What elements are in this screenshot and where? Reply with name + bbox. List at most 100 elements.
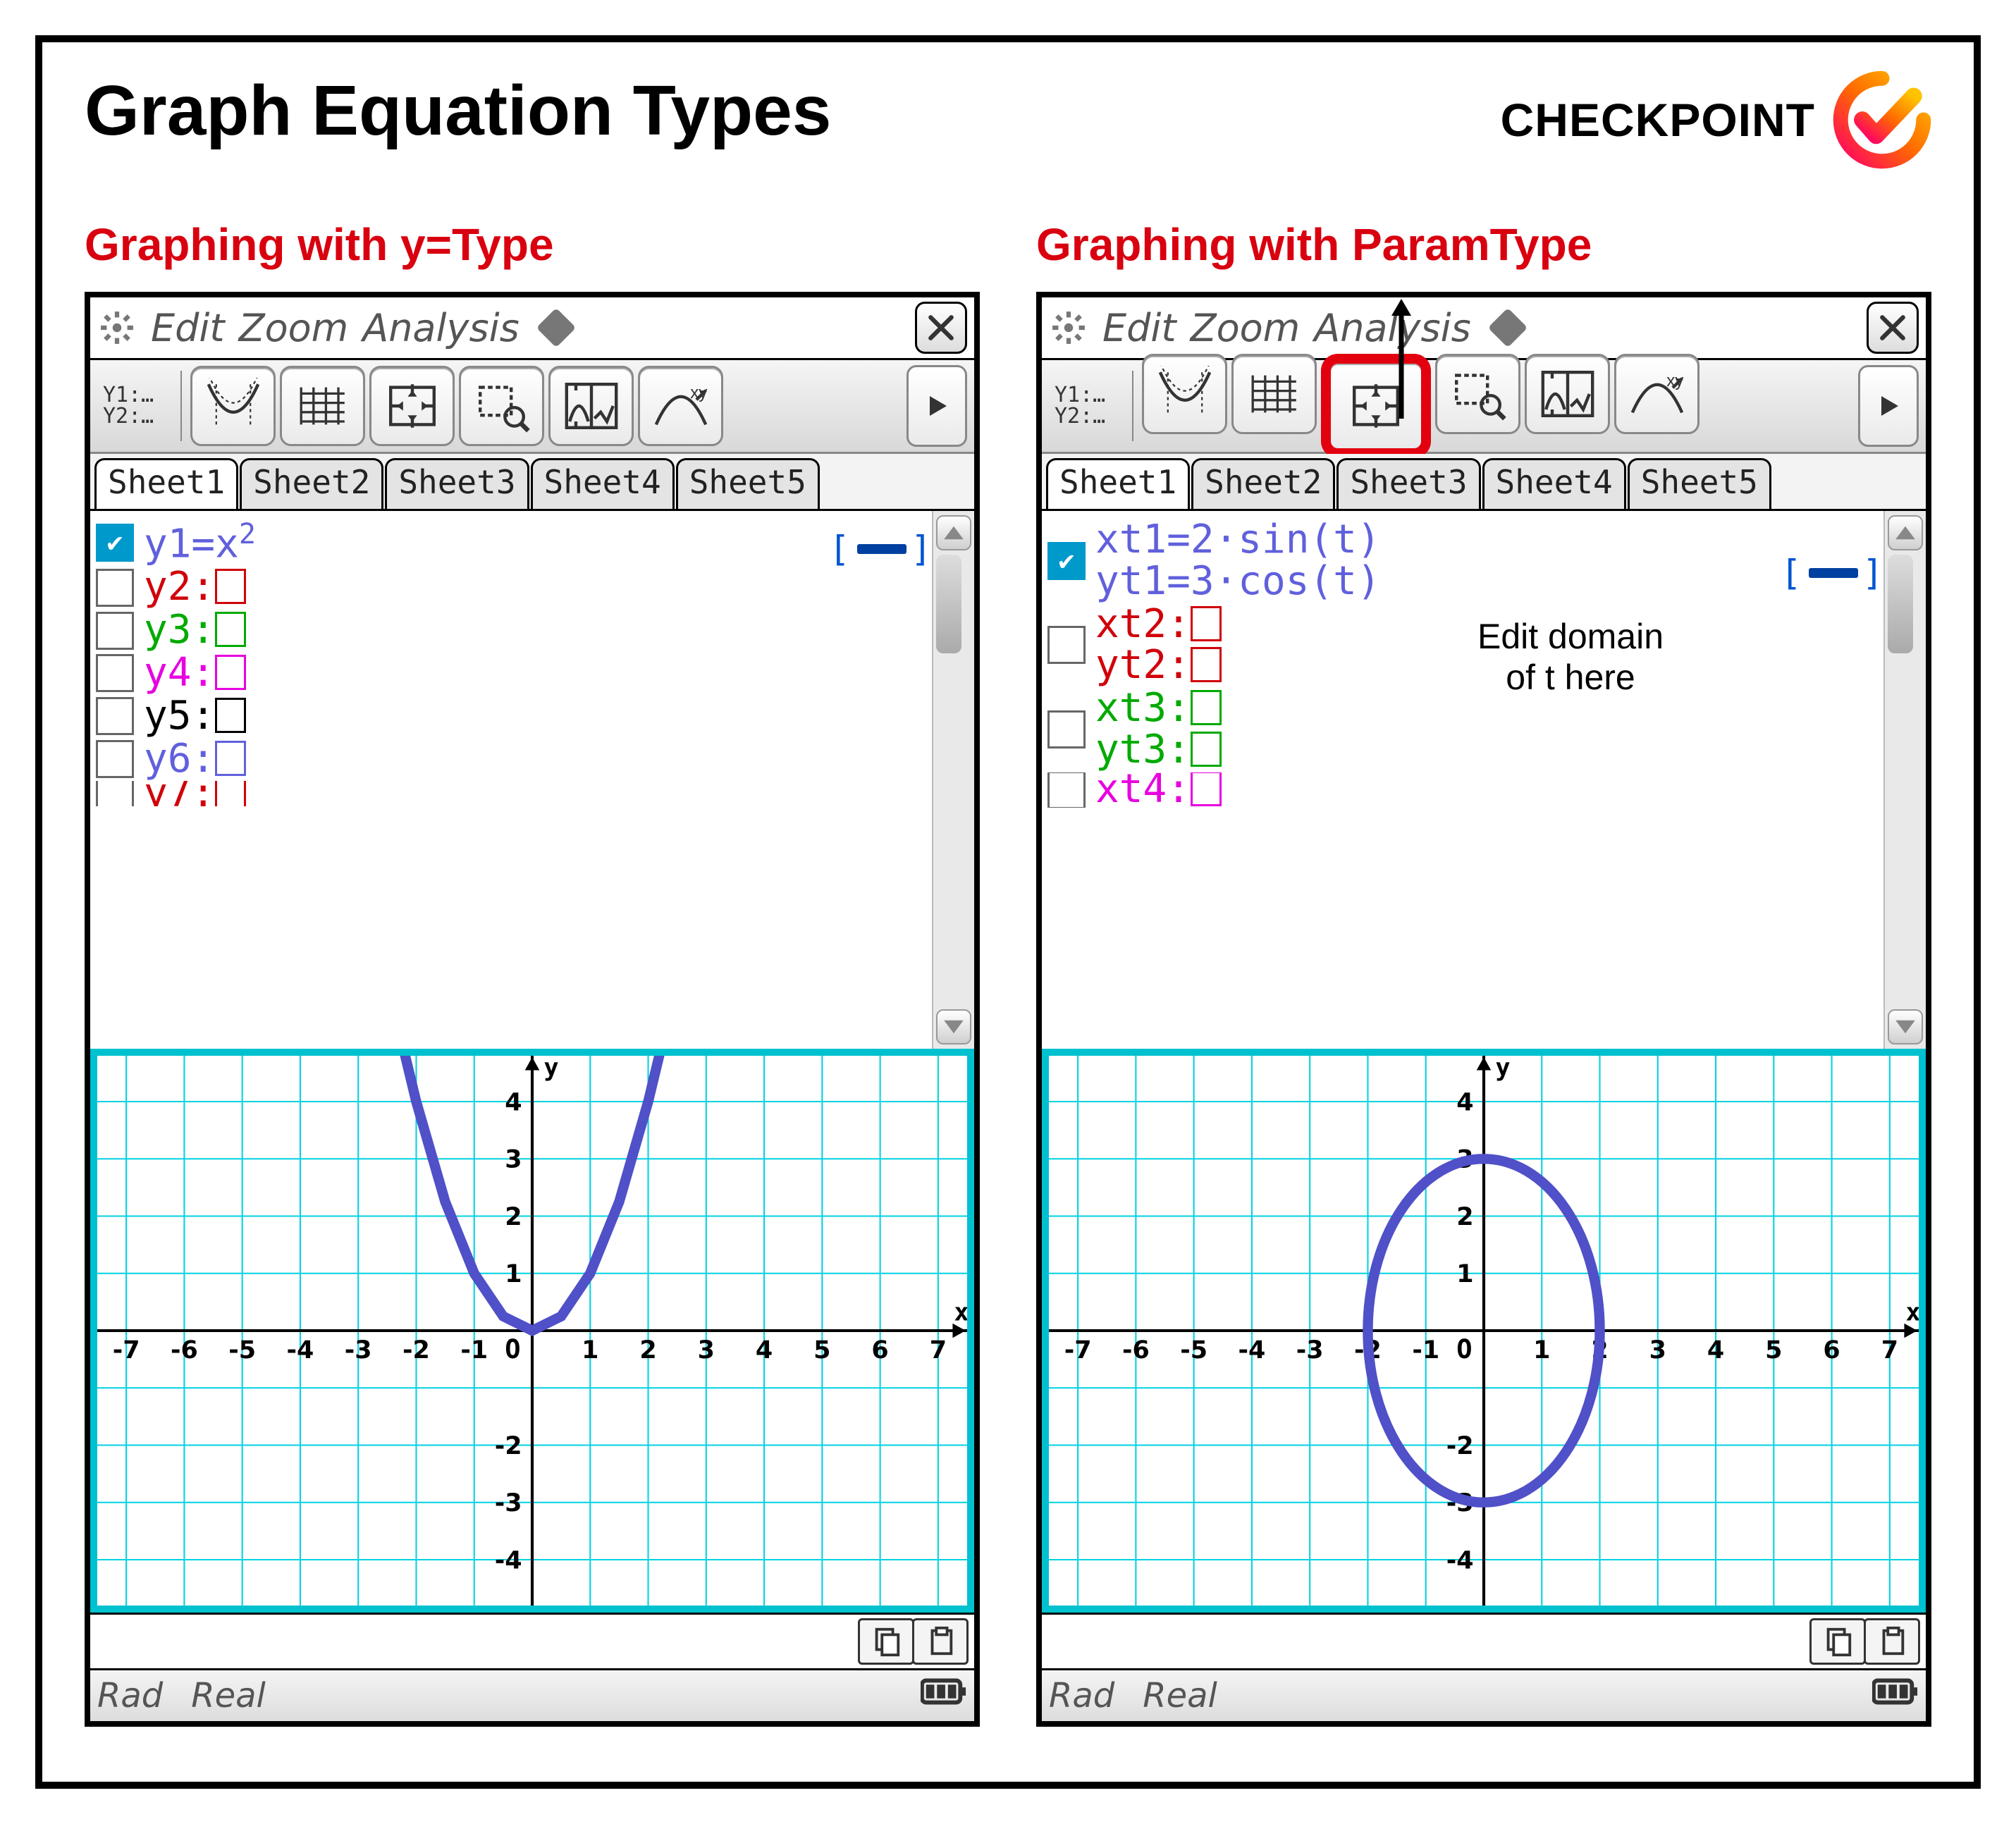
checkpoint-badge: CHECKPOINT xyxy=(1501,70,1931,169)
footer-strip xyxy=(90,1613,974,1668)
tool-table-icon[interactable] xyxy=(1231,354,1317,434)
checkbox-icon[interactable] xyxy=(1047,542,1086,580)
tab-sheet4[interactable]: Sheet4 xyxy=(1482,458,1626,509)
svg-text:2: 2 xyxy=(1456,1203,1473,1231)
scroll-up-icon[interactable] xyxy=(936,515,971,550)
checkbox-icon[interactable] xyxy=(96,740,134,778)
plot-area[interactable]: -7-6-5-4-3-2-11234567-4-3-21234Oxy xyxy=(1042,1049,1926,1613)
svg-text:-4: -4 xyxy=(1446,1546,1474,1575)
menu-zoom[interactable]: Zoom xyxy=(239,306,349,350)
scroll-down-icon[interactable] xyxy=(1888,1009,1923,1045)
line-style-legend[interactable]: [] xyxy=(1771,511,1883,1049)
tab-sheet1[interactable]: Sheet1 xyxy=(1046,458,1190,509)
equation-row[interactable]: y5: xyxy=(96,696,816,737)
svg-text:-7: -7 xyxy=(1064,1336,1092,1364)
checkpoint-icon xyxy=(1833,70,1931,169)
menu-edit[interactable]: Edit xyxy=(1102,306,1176,350)
menu-edit[interactable]: Edit xyxy=(151,306,225,350)
scroll-up-icon[interactable] xyxy=(1888,515,1923,550)
checkbox-icon[interactable] xyxy=(1047,710,1086,748)
scrollbar[interactable] xyxy=(932,511,974,1049)
checkbox-icon[interactable] xyxy=(96,697,134,735)
checkbox-icon[interactable] xyxy=(96,569,134,607)
checkbox-icon[interactable] xyxy=(96,654,134,692)
tab-sheet4[interactable]: Sheet4 xyxy=(531,458,675,509)
svg-text:1: 1 xyxy=(1456,1260,1473,1288)
svg-text:O: O xyxy=(505,1334,520,1364)
tab-sheet3[interactable]: Sheet3 xyxy=(1336,458,1480,509)
svg-text:-1: -1 xyxy=(460,1336,488,1364)
checkbox-icon[interactable] xyxy=(96,612,134,650)
close-button[interactable] xyxy=(1867,302,1919,354)
menu-zoom[interactable]: Zoom xyxy=(1191,306,1301,350)
sheet-tabs: Sheet1 Sheet2 Sheet3 Sheet4 Sheet5 xyxy=(90,454,974,511)
tool-tracexy-icon[interactable]: xy xyxy=(638,366,723,446)
svg-text:-6: -6 xyxy=(171,1336,198,1364)
svg-text:-4: -4 xyxy=(495,1546,522,1575)
status-bar: Rad Real xyxy=(1042,1668,1926,1721)
tool-tracexy-icon[interactable]: xy xyxy=(1614,354,1700,434)
checkbox-icon[interactable] xyxy=(96,524,134,562)
tool-splitgraph-icon[interactable] xyxy=(548,366,634,446)
tool-y12[interactable]: Y1:…Y2:… xyxy=(1049,371,1133,441)
svg-text:-3: -3 xyxy=(345,1336,372,1364)
equation-row[interactable]: xt1=2·sin(t) yt1=3·cos(t) xyxy=(1047,519,1768,603)
scroll-thumb[interactable] xyxy=(1888,555,1913,653)
svg-text:4: 4 xyxy=(1707,1336,1724,1364)
svg-text:x: x xyxy=(954,1299,967,1327)
tool-y12[interactable]: Y1:…Y2:… xyxy=(97,371,182,441)
svg-text:4: 4 xyxy=(505,1088,522,1116)
svg-text:-5: -5 xyxy=(1180,1336,1207,1364)
tool-zoombox-icon[interactable] xyxy=(459,366,544,446)
status-angle: Rad xyxy=(1049,1676,1114,1715)
diamond-icon[interactable] xyxy=(536,308,576,348)
equation-row[interactable]: y7: xyxy=(96,781,816,806)
tab-sheet2[interactable]: Sheet2 xyxy=(1191,458,1335,509)
svg-text:O: O xyxy=(1456,1334,1472,1364)
tab-sheet1[interactable]: Sheet1 xyxy=(94,458,238,509)
tab-sheet5[interactable]: Sheet5 xyxy=(1628,458,1771,509)
scroll-down-icon[interactable] xyxy=(936,1009,971,1045)
checkbox-icon[interactable] xyxy=(1047,626,1086,664)
tool-zoombox-icon[interactable] xyxy=(1435,354,1520,434)
equation-row[interactable]: xt4: xyxy=(1047,772,1768,808)
tab-sheet5[interactable]: Sheet5 xyxy=(676,458,820,509)
battery-icon xyxy=(1872,1675,1919,1717)
copy-icon[interactable] xyxy=(858,1618,914,1665)
gear-icon[interactable] xyxy=(1049,308,1088,347)
tab-sheet3[interactable]: Sheet3 xyxy=(385,458,529,509)
gear-icon[interactable] xyxy=(97,308,137,347)
plot-area[interactable]: -7-6-5-4-3-2-11234567-4-3-21234Oxy xyxy=(90,1049,974,1613)
equation-row[interactable]: y2: xyxy=(96,567,816,608)
right-subtitle: Graphing with ParamType xyxy=(1036,218,1931,271)
menu-analysis[interactable]: Analysis xyxy=(362,306,520,350)
equation-row[interactable]: y1=x2 xyxy=(96,519,816,565)
scrollbar[interactable] xyxy=(1883,511,1926,1049)
tool-play-icon[interactable] xyxy=(1858,365,1919,447)
annotation-arrow-icon xyxy=(1387,299,1401,422)
paste-icon[interactable] xyxy=(912,1618,969,1665)
calculator-right: Edit Zoom Analysis Y1:…Y2:… xyxy=(1036,292,1931,1727)
equation-row[interactable]: y3: xyxy=(96,610,816,651)
tab-sheet2[interactable]: Sheet2 xyxy=(240,458,383,509)
equation-list: xt1=2·sin(t) yt1=3·cos(t) xt2: yt2: xyxy=(1042,511,1771,1049)
tool-graph-icon[interactable] xyxy=(190,366,276,446)
tool-viewwindow-icon[interactable] xyxy=(369,366,455,446)
svg-text:-3: -3 xyxy=(1296,1336,1324,1364)
equation-row[interactable]: y4: xyxy=(96,653,816,694)
scroll-thumb[interactable] xyxy=(936,555,961,653)
line-style-legend[interactable]: [] xyxy=(819,511,932,1049)
close-button[interactable] xyxy=(915,302,967,354)
svg-text:-2: -2 xyxy=(402,1336,430,1364)
tool-graph-icon[interactable] xyxy=(1142,354,1227,434)
diamond-icon[interactable] xyxy=(1487,308,1528,348)
checkbox-icon[interactable] xyxy=(1047,772,1086,808)
checkbox-icon[interactable] xyxy=(96,781,134,806)
paste-icon[interactable] xyxy=(1864,1618,1920,1665)
copy-icon[interactable] xyxy=(1809,1618,1866,1665)
equation-row[interactable]: xt3: yt3: xyxy=(1047,688,1768,771)
tool-play-icon[interactable] xyxy=(906,365,967,447)
tool-table-icon[interactable] xyxy=(280,366,365,446)
equation-row[interactable]: y6: xyxy=(96,739,816,780)
tool-splitgraph-icon[interactable] xyxy=(1525,354,1610,434)
